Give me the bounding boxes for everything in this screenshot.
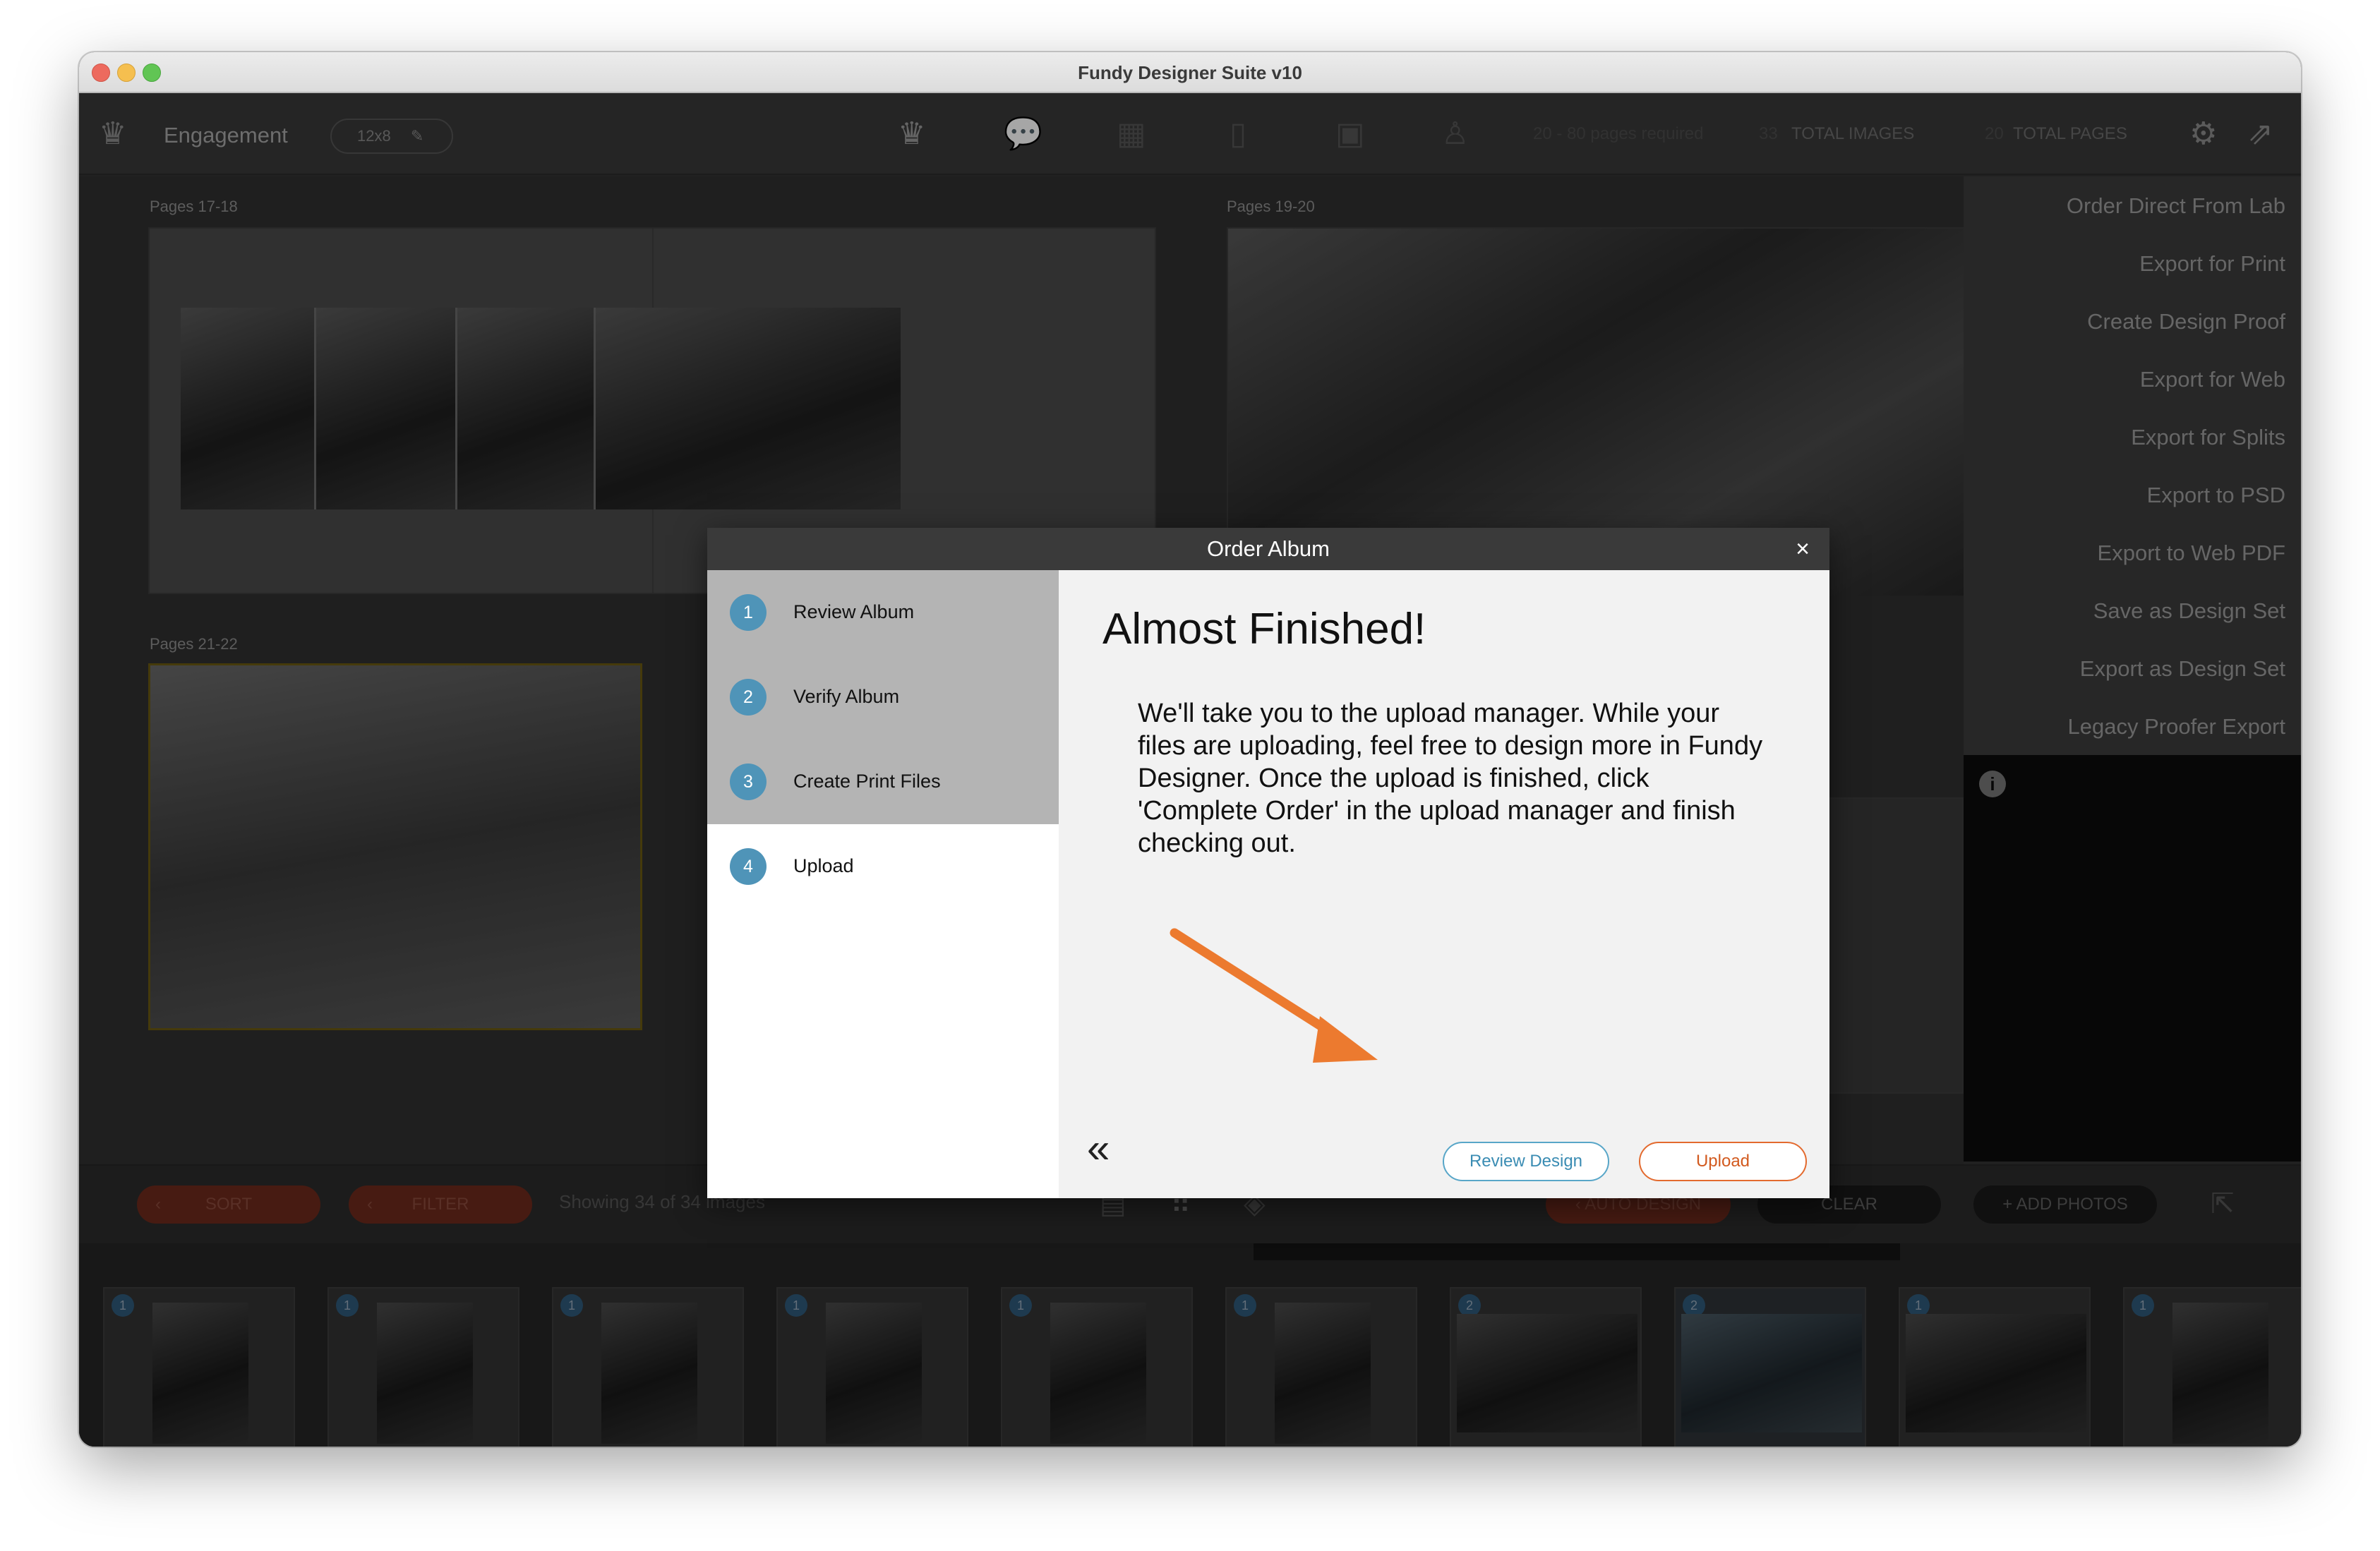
dialog-body-text: We'll take you to the upload manager. Wh… — [1138, 699, 1763, 858]
dialog-heading: Almost Finished! — [1102, 605, 1426, 653]
step-upload[interactable]: 4 Upload — [707, 824, 1059, 909]
step-verify-album[interactable]: 2 Verify Album — [707, 655, 1059, 740]
dialog-title: Order Album — [1206, 536, 1330, 561]
order-album-dialog: Order Album × 1 Review Album 2 Verify Al… — [707, 528, 1829, 1198]
step-label: Review Album — [793, 601, 915, 622]
review-design-button[interactable]: Review Design — [1443, 1142, 1609, 1181]
step-label: Create Print Files — [793, 771, 941, 792]
title-bar: Fundy Designer Suite v10 — [79, 52, 2301, 93]
step-number: 2 — [730, 679, 767, 716]
step-create-print-files[interactable]: 3 Create Print Files — [707, 740, 1059, 824]
app-body: ♛ Engagement 12x8 ✎ ♛ 💬 ▦ ▯ ▣ ♙ 20 - 80 … — [79, 93, 2301, 1447]
dialog-header: Order Album × — [707, 528, 1829, 570]
window-title: Fundy Designer Suite v10 — [1078, 62, 1302, 83]
step-label: Verify Album — [793, 686, 900, 707]
dialog-content: Almost Finished! We'll take you to the u… — [1059, 570, 1829, 1198]
order-steps: 1 Review Album 2 Verify Album 3 Create P… — [707, 570, 1059, 1198]
step-number: 4 — [730, 848, 767, 885]
step-number: 3 — [730, 764, 767, 800]
upload-button[interactable]: Upload — [1639, 1142, 1807, 1181]
app-window: Fundy Designer Suite v10 ♛ Engagement 12… — [79, 52, 2301, 1447]
step-label: Upload — [793, 855, 854, 876]
double-chevron-left-icon[interactable]: « — [1087, 1128, 1110, 1169]
step-review-album[interactable]: 1 Review Album — [707, 570, 1059, 655]
step-number: 1 — [730, 594, 767, 631]
close-icon[interactable]: × — [1789, 528, 1817, 570]
